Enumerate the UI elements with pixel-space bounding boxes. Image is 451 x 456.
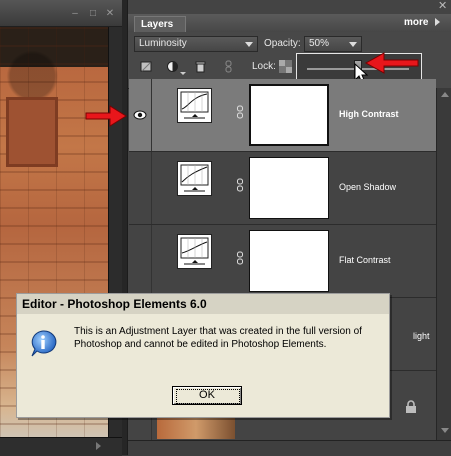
lock-transparent-pixels-icon[interactable] — [279, 60, 292, 73]
opacity-label: Opacity: — [264, 38, 301, 49]
layer-name: light — [413, 331, 430, 341]
close-icon[interactable]: ✕ — [105, 9, 115, 19]
blend-mode-value: Luminosity — [139, 38, 187, 49]
layer-name: High Contrast — [339, 109, 399, 119]
trash-icon[interactable] — [194, 60, 207, 73]
curves-adjustment-icon — [177, 88, 212, 123]
more-menu-label[interactable]: more — [404, 17, 428, 28]
maximize-icon[interactable]: □ — [88, 9, 98, 19]
opacity-value: 50% — [309, 38, 330, 49]
curves-adjustment-icon — [177, 234, 212, 269]
chevron-down-icon — [349, 42, 357, 47]
layer-name: Flat Contrast — [339, 255, 391, 265]
chain-link-icon[interactable] — [236, 251, 244, 265]
more-arrow-icon[interactable] — [435, 18, 440, 26]
ok-button[interactable]: OK — [172, 386, 242, 405]
info-icon — [31, 330, 57, 357]
document-horizontal-scrollbar[interactable] — [0, 437, 122, 456]
scroll-up-icon[interactable] — [441, 92, 449, 97]
visibility-toggle[interactable] — [133, 255, 147, 267]
layer-row-flat-contrast[interactable]: Flat Contrast — [129, 225, 436, 298]
eye-icon[interactable] — [133, 109, 147, 121]
alert-dialog: Editor - Photoshop Elements 6.0 This is … — [16, 293, 390, 418]
tab-layers[interactable]: Layers — [134, 16, 186, 32]
annotation-arrow-icon — [364, 52, 419, 74]
scroll-right-icon[interactable] — [96, 442, 101, 450]
panel-close-icon[interactable]: ✕ — [438, 0, 450, 12]
chevron-down-icon[interactable] — [180, 72, 186, 75]
layer-mask-thumbnail[interactable] — [249, 84, 329, 146]
panel-vertical-scrollbar[interactable] — [436, 88, 451, 440]
adjustment-layer-icon[interactable] — [166, 60, 179, 73]
layer-name: Open Shadow — [339, 182, 397, 192]
chain-link-icon[interactable] — [236, 178, 244, 192]
new-layer-icon[interactable] — [140, 60, 153, 73]
opacity-field[interactable]: 50% — [304, 36, 362, 52]
row-divider — [151, 152, 152, 224]
image-wall-recess — [6, 97, 58, 167]
visibility-toggle[interactable] — [133, 182, 147, 194]
layer-mask-thumbnail[interactable] — [249, 230, 329, 292]
row-divider — [151, 225, 152, 297]
panel-footer — [128, 440, 451, 456]
focus-ring — [176, 389, 240, 404]
chain-link-icon[interactable] — [236, 105, 244, 119]
lock-icon — [406, 400, 416, 413]
dialog-message: This is an Adjustment Layer that was cre… — [74, 326, 362, 350]
curves-adjustment-icon — [177, 161, 212, 196]
layer-row-open-shadow[interactable]: Open Shadow — [129, 152, 436, 225]
scroll-down-icon[interactable] — [441, 428, 449, 433]
row-divider — [151, 79, 152, 151]
document-titlebar: – □ ✕ — [0, 0, 122, 26]
annotation-arrow-icon — [85, 105, 127, 127]
layer-mask-thumbnail[interactable] — [249, 157, 329, 219]
blend-mode-select[interactable]: Luminosity — [134, 36, 258, 52]
background-layer-thumbnail — [157, 415, 235, 439]
minimize-icon[interactable]: – — [70, 9, 80, 19]
dialog-title: Editor - Photoshop Elements 6.0 — [17, 294, 389, 314]
chevron-down-icon — [245, 42, 253, 47]
layer-row-high-contrast[interactable]: High Contrast — [129, 79, 436, 152]
link-layers-icon[interactable] — [222, 60, 235, 73]
lock-label: Lock: — [252, 61, 276, 72]
